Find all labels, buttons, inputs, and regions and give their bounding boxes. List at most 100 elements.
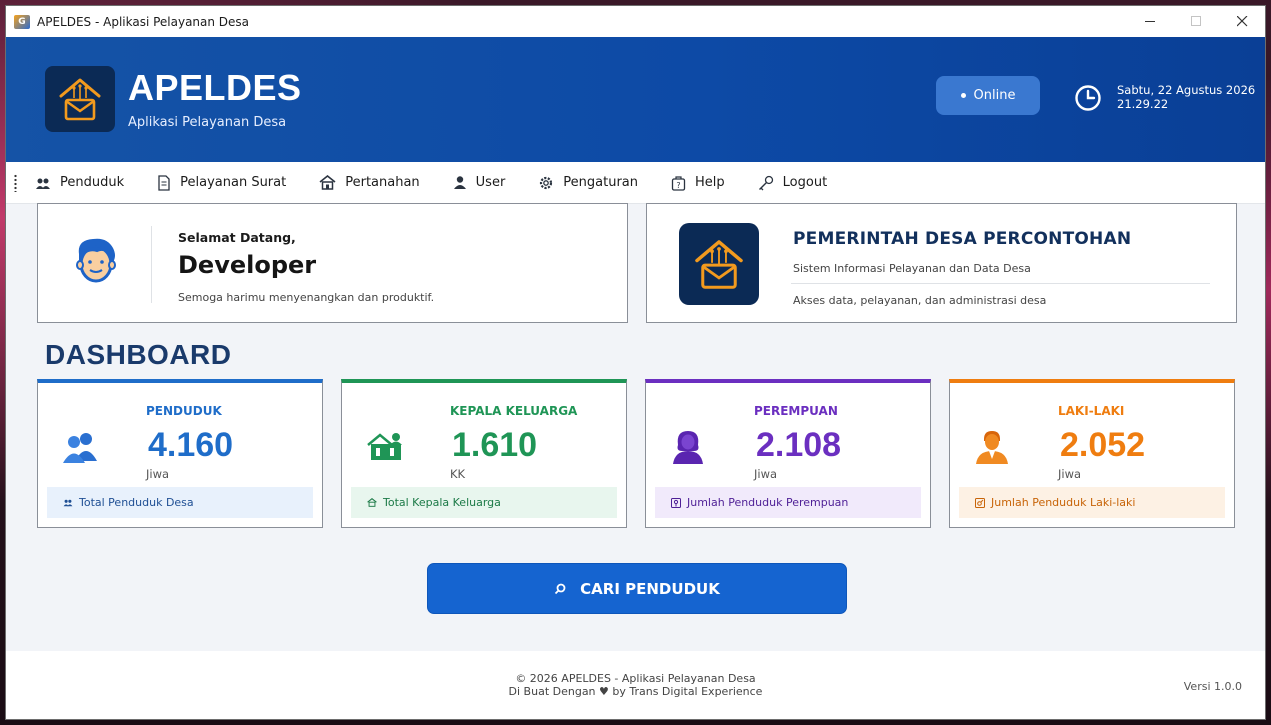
people-icon — [63, 499, 73, 507]
divider — [151, 226, 152, 303]
user-icon — [453, 175, 467, 190]
app-logo — [45, 66, 115, 132]
wish-text: Semoga harimu menyenangkan dan produktif… — [178, 291, 435, 304]
status-badge: Online — [936, 76, 1040, 115]
village-title: PEMERINTAH DESA PERCONTOHAN — [793, 229, 1132, 249]
stat-unit: Jiwa — [146, 467, 170, 481]
app-header: APELDES Aplikasi Pelayanan Desa Online S… — [6, 37, 1265, 162]
stat-value: 4.160 — [148, 426, 234, 464]
family-house-icon — [367, 433, 402, 460]
app-icon: G — [14, 14, 30, 29]
toolbar-grip-icon[interactable] — [14, 173, 17, 192]
people-icon — [35, 176, 51, 190]
menu-item-pertanahan[interactable]: Pertanahan — [319, 175, 420, 190]
status-dot-icon — [960, 93, 966, 98]
welcome-panel: Selamat Datang, Developer Semoga harimu … — [37, 203, 628, 323]
stat-card-perempuan: PEREMPUAN 2.108 Jiwa Jumlah Penduduk Per… — [645, 379, 931, 528]
copyright-text: © 2026 APELDES - Aplikasi Pelayanan Desa — [515, 672, 756, 685]
stat-unit: KK — [450, 467, 466, 481]
village-subtitle: Sistem Informasi Pelayanan dan Data Desa — [793, 262, 1031, 275]
mail-house-icon — [59, 78, 101, 121]
menu-label: Help — [695, 175, 725, 190]
menu-label: Pelayanan Surat — [180, 175, 287, 190]
menu-label: Penduduk — [60, 175, 125, 190]
mail-house-icon — [695, 240, 743, 289]
window-controls — [1127, 6, 1265, 37]
brand-title: APELDES — [128, 67, 302, 108]
stat-footer: Total Penduduk Desa — [47, 487, 313, 518]
minimize-icon — [1144, 21, 1155, 22]
menu-label: Pengaturan — [563, 175, 639, 190]
stat-footer-label: Jumlah Penduduk Perempuan — [687, 496, 849, 509]
menu-item-pengaturan[interactable]: Pengaturan — [538, 175, 638, 191]
stat-footer: Jumlah Penduduk Perempuan — [655, 487, 921, 518]
menu-item-pelayanan-surat[interactable]: Pelayanan Surat — [157, 174, 287, 191]
brand-tagline: Aplikasi Pelayanan Desa — [128, 115, 287, 130]
stat-label: PENDUDUK — [146, 404, 222, 418]
village-description: Akses data, pelayanan, dan administrasi … — [793, 294, 1047, 307]
divider — [791, 283, 1210, 284]
menu-label: Pertanahan — [345, 175, 420, 190]
stat-label: KEPALA KELUARGA — [450, 404, 578, 418]
maximize-icon — [1190, 16, 1201, 26]
house-icon — [319, 175, 336, 190]
version-label: Versi 1.0.0 — [1183, 680, 1242, 693]
close-icon — [1236, 16, 1247, 27]
stat-value: 2.052 — [1060, 426, 1146, 464]
search-icon — [555, 583, 566, 594]
stat-unit: Jiwa — [754, 467, 778, 481]
minimize-button[interactable] — [1127, 6, 1173, 37]
menu-label: Logout — [782, 175, 828, 190]
time-label: 21.29.22 — [1117, 97, 1169, 111]
greeting-text: Selamat Datang, — [178, 230, 296, 245]
username: Developer — [178, 251, 317, 279]
help-icon: ? — [671, 175, 686, 191]
stat-card-penduduk: PENDUDUK 4.160 Jiwa Total Penduduk Desa — [37, 379, 323, 528]
menu-item-help[interactable]: ? Help — [671, 175, 725, 191]
menu-item-logout[interactable]: Logout — [758, 175, 828, 191]
svg-text:?: ? — [676, 181, 680, 190]
female-user-icon — [673, 431, 703, 464]
stat-label: LAKI-LAKI — [1058, 404, 1125, 418]
stat-value: 1.610 — [452, 426, 538, 464]
stat-unit: Jiwa — [1058, 467, 1082, 481]
maximize-button[interactable] — [1173, 6, 1219, 37]
female-icon — [671, 497, 681, 508]
male-icon — [975, 497, 985, 508]
stat-footer-label: Jumlah Penduduk Laki-laki — [991, 496, 1136, 509]
menu-item-penduduk[interactable]: Penduduk — [35, 175, 124, 190]
village-panel: PEMERINTAH DESA PERCONTOHAN Sistem Infor… — [646, 203, 1237, 323]
house-icon — [367, 498, 377, 507]
search-button-label: CARI PENDUDUK — [580, 579, 720, 598]
close-button[interactable] — [1219, 6, 1265, 37]
dashboard-title: DASHBOARD — [45, 339, 232, 370]
male-user-icon — [976, 431, 1008, 464]
avatar-icon — [76, 238, 116, 283]
date-label: Sabtu, 22 Agustus 2026 — [1117, 83, 1256, 97]
menu-label: User — [475, 175, 506, 190]
stat-footer-label: Total Penduduk Desa — [79, 496, 194, 509]
clock-icon — [1075, 85, 1101, 111]
stat-footer-label: Total Kepala Keluarga — [383, 496, 501, 509]
window-title: APELDES - Aplikasi Pelayanan Desa — [37, 14, 250, 29]
key-icon — [758, 175, 774, 191]
stat-card-laki-laki: LAKI-LAKI 2.052 Jiwa Jumlah Penduduk Lak… — [949, 379, 1235, 528]
stat-value: 2.108 — [756, 426, 842, 464]
menu-item-user[interactable]: User — [453, 175, 506, 190]
menu-bar: Penduduk Pelayanan Surat Pertanahan User… — [6, 162, 1265, 204]
stat-label: PEREMPUAN — [754, 404, 838, 418]
title-bar: G APELDES - Aplikasi Pelayanan Desa — [6, 6, 1265, 37]
credit-text: Di Buat Dengan ♥ by Trans Digital Experi… — [508, 685, 763, 698]
app-window: G APELDES - Aplikasi Pelayanan Desa APEL… — [5, 5, 1266, 720]
datetime: Sabtu, 22 Agustus 2026 21.29.22 — [1117, 83, 1255, 111]
village-logo — [679, 223, 759, 305]
document-icon — [157, 174, 171, 191]
search-resident-button[interactable]: CARI PENDUDUK — [427, 563, 847, 614]
stat-card-kepala-keluarga: KEPALA KELUARGA 1.610 KK Total Kepala Ke… — [341, 379, 627, 528]
status-label: Online — [973, 88, 1016, 103]
stat-footer: Jumlah Penduduk Laki-laki — [959, 487, 1225, 518]
gear-icon — [538, 175, 554, 191]
app-footer: © 2026 APELDES - Aplikasi Pelayanan Desa… — [6, 651, 1265, 719]
people-icon — [63, 433, 97, 463]
stat-footer: Total Kepala Keluarga — [351, 487, 617, 518]
